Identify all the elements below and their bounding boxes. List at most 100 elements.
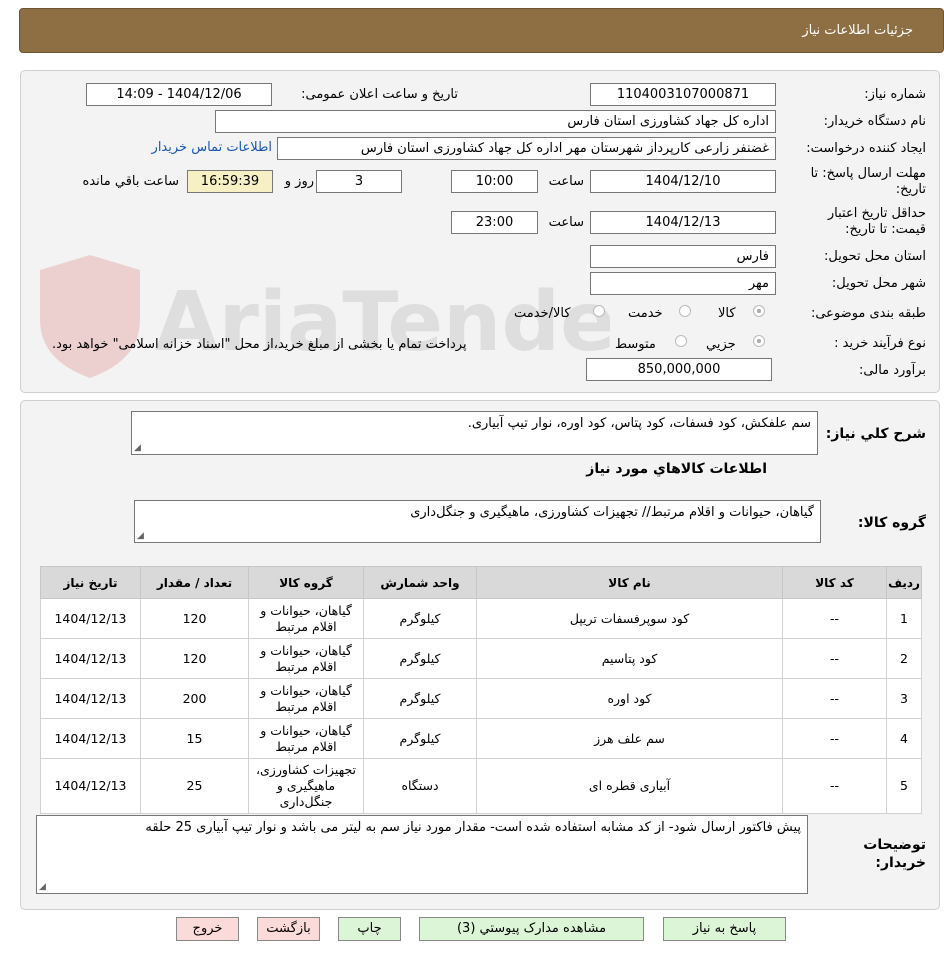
table-row: 4 -- سم علف هرز کیلوگرم گیاهان، حیوانات …: [40, 718, 922, 759]
days-field: 3: [316, 170, 402, 193]
category-service-label: خدمت: [628, 306, 663, 321]
page-header: جزئیات اطلاعات نیاز: [19, 8, 944, 53]
cell-index: 2: [886, 638, 922, 679]
table-row: 5 -- آبیاری قطره ای دستگاه تجهیزات کشاور…: [40, 758, 922, 814]
category-goods-service-radio[interactable]: [593, 305, 605, 317]
cell-qty: 200: [140, 678, 249, 719]
need-number-field: 1104003107000871: [590, 83, 776, 106]
resize-grip-icon[interactable]: ◢: [134, 443, 141, 453]
city-field: مهر: [590, 272, 776, 295]
requester-field: غضنفر زارعی کارپرداز شهرستان مهر اداره ک…: [277, 137, 776, 160]
cell-group: گیاهان، حیوانات و اقلام مرتبط: [248, 598, 364, 639]
announce-datetime-field: 1404/12/06 - 14:09: [86, 83, 272, 106]
cell-group: گیاهان، حیوانات و اقلام مرتبط: [248, 678, 364, 719]
cell-code: --: [782, 598, 887, 639]
cell-date: 1404/12/13: [40, 758, 141, 814]
cell-index: 1: [886, 598, 922, 639]
province-field: فارس: [590, 245, 776, 268]
need-number-label: شماره نیاز:: [864, 87, 926, 102]
resize-grip-icon[interactable]: ◢: [39, 882, 46, 892]
reply-deadline-label: مهلت ارسال پاسخ: تا تاریخ:: [810, 166, 926, 197]
col-header-unit: واحد شمارش: [363, 566, 477, 599]
cell-group: گیاهان، حیوانات و اقلام مرتبط: [248, 638, 364, 679]
col-header-qty: تعداد / مقدار: [140, 566, 249, 599]
day-and-label: روز و: [284, 174, 314, 189]
validity-date-field: 1404/12/13: [590, 211, 776, 234]
table-row: 1 -- کود سوپرفسفات تریپل کیلوگرم گیاهان،…: [40, 598, 922, 639]
description-textarea[interactable]: سم علفکش، کود فسفات، کود پتاس، کود اوره،…: [131, 411, 818, 455]
col-header-index: ردیف: [886, 566, 922, 599]
col-header-code: کد کالا: [782, 566, 887, 599]
cell-date: 1404/12/13: [40, 678, 141, 719]
cell-group: گیاهان، حیوانات و اقلام مرتبط: [248, 718, 364, 759]
price-validity-label: حداقل تاریخ اعتبار قیمت: تا تاریخ:: [827, 206, 926, 237]
cell-name: سم علف هرز: [476, 718, 783, 759]
budget-field: 850,000,000: [586, 358, 772, 381]
validity-time-label: ساعت: [548, 215, 584, 230]
reply-date-field: 1404/12/10: [590, 170, 776, 193]
cell-name: کود اوره: [476, 678, 783, 719]
table-row: 3 -- کود اوره کیلوگرم گیاهان، حیوانات و …: [40, 678, 922, 719]
description-text: سم علفکش، کود فسفات، کود پتاس، کود اوره،…: [467, 416, 811, 431]
buyer-notes-textarea[interactable]: پیش فاکتور ارسال شود- از کد مشابه استفاد…: [36, 815, 808, 894]
page-title: جزئیات اطلاعات نیاز: [802, 23, 913, 38]
goods-group-text: گیاهان، حیوانات و اقلام مرتبط// تجهیزات …: [410, 505, 814, 520]
cell-code: --: [782, 758, 887, 814]
buyer-contact-link[interactable]: اطلاعات تماس خریدار: [152, 140, 272, 155]
cell-unit: کیلوگرم: [363, 718, 477, 759]
city-label: شهر محل تحویل:: [831, 276, 926, 291]
back-button[interactable]: بازگشت: [257, 917, 320, 941]
purchase-medium-label: متوسط: [615, 337, 656, 352]
requester-label: ایجاد کننده درخواست:: [806, 141, 926, 156]
view-attachments-button[interactable]: مشاهده مدارک پیوستي (3): [419, 917, 644, 941]
col-header-date: تاریخ نیاز: [40, 566, 141, 599]
cell-unit: کیلوگرم: [363, 638, 477, 679]
cell-unit: کیلوگرم: [363, 678, 477, 719]
category-service-radio[interactable]: [679, 305, 691, 317]
validity-time-field: 23:00: [451, 211, 538, 234]
description-label: شرح کلي نیاز:: [825, 426, 926, 442]
cell-unit: دستگاه: [363, 758, 477, 814]
purchase-small-radio[interactable]: [753, 335, 765, 347]
reply-time-label: ساعت: [548, 174, 584, 189]
announce-datetime-label: تاریخ و ساعت اعلان عمومی:: [301, 87, 458, 102]
category-label: طبقه بندی موضوعی:: [810, 306, 926, 321]
cell-name: کود پتاسیم: [476, 638, 783, 679]
remaining-label: ساعت باقي مانده: [82, 174, 179, 189]
table-row: 2 -- کود پتاسیم کیلوگرم گیاهان، حیوانات …: [40, 638, 922, 679]
category-goods-label: کالا: [718, 306, 736, 321]
cell-qty: 25: [140, 758, 249, 814]
col-header-group: گروه کالا: [248, 566, 364, 599]
purchase-medium-radio[interactable]: [675, 335, 687, 347]
cell-code: --: [782, 638, 887, 679]
cell-code: --: [782, 718, 887, 759]
cell-group: تجهیزات کشاورزی، ماهیگیری و جنگل‌داری: [248, 758, 364, 814]
cell-qty: 15: [140, 718, 249, 759]
cell-index: 5: [886, 758, 922, 814]
goods-info-heading: اطلاعات کالاهاي مورد نیاز: [586, 461, 767, 477]
remaining-time-field: 16:59:39: [187, 170, 273, 193]
province-label: استان محل تحویل:: [824, 249, 926, 264]
reply-button[interactable]: پاسخ به نیاز: [663, 917, 786, 941]
exit-button[interactable]: خروج: [176, 917, 239, 941]
budget-label: برآورد مالی:: [859, 363, 926, 378]
buyer-notes-text: پیش فاکتور ارسال شود- از کد مشابه استفاد…: [145, 820, 801, 835]
table-header-row: ردیف کد کالا نام کالا واحد شمارش گروه کا…: [40, 566, 922, 599]
category-goods-service-label: کالا/خدمت: [514, 306, 571, 321]
purchase-type-label: نوع فرآیند خرید :: [834, 336, 926, 351]
cell-qty: 120: [140, 598, 249, 639]
goods-group-textarea[interactable]: گیاهان، حیوانات و اقلام مرتبط// تجهیزات …: [134, 500, 821, 543]
col-header-name: نام کالا: [476, 566, 783, 599]
buyer-notes-label: توضیحات خریدار:: [863, 837, 926, 871]
goods-table: ردیف کد کالا نام کالا واحد شمارش گروه کا…: [40, 566, 922, 814]
print-button[interactable]: چاپ: [338, 917, 401, 941]
cell-date: 1404/12/13: [40, 598, 141, 639]
cell-qty: 120: [140, 638, 249, 679]
cell-index: 3: [886, 678, 922, 719]
resize-grip-icon[interactable]: ◢: [137, 531, 144, 541]
cell-date: 1404/12/13: [40, 638, 141, 679]
purchase-small-label: جزیي: [706, 337, 736, 352]
buyer-org-label: نام دستگاه خریدار:: [823, 114, 926, 129]
category-goods-radio[interactable]: [753, 305, 765, 317]
reply-time-field: 10:00: [451, 170, 538, 193]
